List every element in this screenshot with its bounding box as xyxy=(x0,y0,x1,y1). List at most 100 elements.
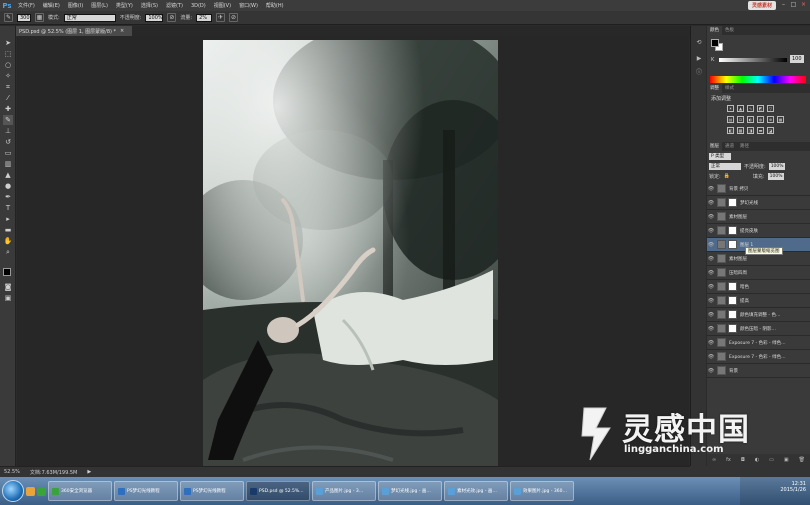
layer-row[interactable]: 👁 背景 xyxy=(707,364,810,378)
visibility-eye-icon[interactable]: 👁 xyxy=(707,270,715,276)
visibility-eye-icon[interactable]: 👁 xyxy=(707,354,715,360)
layer-mask-thumbnail[interactable] xyxy=(728,296,737,305)
mode-select[interactable]: 正常 xyxy=(63,13,116,22)
pressure-opacity-icon[interactable]: ⊘ xyxy=(167,13,177,22)
start-button[interactable] xyxy=(2,480,24,502)
document-image[interactable] xyxy=(203,40,498,482)
visibility-eye-icon[interactable]: 👁 xyxy=(707,340,715,346)
visibility-eye-icon[interactable]: 👁 xyxy=(707,242,715,248)
visibility-eye-icon[interactable]: 👁 xyxy=(707,256,715,262)
taskbar-button[interactable]: 360安全浏览器 xyxy=(48,481,112,501)
layer-name[interactable]: 背景 xyxy=(729,368,738,374)
menu-type[interactable]: 类型(Y) xyxy=(112,2,137,9)
layer-mask-thumbnail[interactable] xyxy=(728,240,737,249)
visibility-eye-icon[interactable]: 👁 xyxy=(707,312,715,318)
menu-filter[interactable]: 滤镜(T) xyxy=(162,2,187,9)
layer-row[interactable]: 👁 Exposure 7 - 色彩 - 绿色… xyxy=(707,350,810,364)
k-channel-value[interactable]: 100 xyxy=(790,55,804,63)
layer-row[interactable]: 👁 暗色 xyxy=(707,280,810,294)
menu-layer[interactable]: 图层(L) xyxy=(87,2,112,9)
blend-mode-select[interactable]: 正常 xyxy=(709,162,741,170)
layer-thumbnail[interactable] xyxy=(717,198,726,207)
menu-window[interactable]: 窗口(W) xyxy=(235,2,262,9)
close-tab-icon[interactable]: × xyxy=(120,28,124,34)
brush-tool-icon[interactable]: ✎ xyxy=(3,115,13,125)
type-tool-icon[interactable]: T xyxy=(3,203,13,213)
visibility-eye-icon[interactable]: 👁 xyxy=(707,284,715,290)
layer-thumbnail[interactable] xyxy=(717,324,726,333)
layer-row[interactable]: 👁 素材图层 xyxy=(707,210,810,224)
menu-help[interactable]: 帮助(H) xyxy=(262,2,288,9)
info-panel-icon[interactable]: ⓘ xyxy=(694,68,704,78)
taskbar-button[interactable]: 素材光效.jpg - 画… xyxy=(444,481,508,501)
layer-row[interactable]: 👁 提高 xyxy=(707,294,810,308)
lock-icon[interactable]: 🔒 xyxy=(724,173,730,179)
vibrance-icon[interactable]: ▽ xyxy=(767,105,774,112)
layer-thumbnail[interactable] xyxy=(717,212,726,221)
layer-row[interactable]: 👁 颜色填充调整 - 色… xyxy=(707,308,810,322)
dodge-tool-icon[interactable]: ● xyxy=(3,181,13,191)
healing-brush-icon[interactable]: ✚ xyxy=(3,104,13,114)
layer-name[interactable]: 素材图层 xyxy=(729,256,747,262)
tab-color[interactable]: 颜色 xyxy=(707,26,722,35)
pressure-size-icon[interactable]: ⊘ xyxy=(229,13,239,22)
move-tool-icon[interactable]: ➤ xyxy=(3,38,13,48)
layer-thumbnail[interactable] xyxy=(717,184,726,193)
taskbar-button[interactable]: PS梦幻光线教程 xyxy=(114,481,178,501)
layer-thumbnail[interactable] xyxy=(717,282,726,291)
taskbar-button[interactable]: PSD.psd @ 52.5%… xyxy=(246,481,310,501)
tab-swatches[interactable]: 色板 xyxy=(722,26,737,35)
fill-field[interactable]: 100% xyxy=(767,172,784,180)
layer-row[interactable]: 👁 梦幻光线 xyxy=(707,196,810,210)
taskbar-button[interactable]: 梦幻光线.jpg - 画… xyxy=(378,481,442,501)
layer-row[interactable]: 👁 Exposure 7 - 色彩 - 绿色… xyxy=(707,336,810,350)
color-balance-icon[interactable]: ⚖ xyxy=(737,116,744,123)
layer-mask-thumbnail[interactable] xyxy=(728,226,737,235)
quick-select-tool-icon[interactable]: ✧ xyxy=(3,71,13,81)
exposure-icon[interactable]: ◩ xyxy=(757,105,764,112)
visibility-eye-icon[interactable]: 👁 xyxy=(707,228,715,234)
taskbar-button[interactable]: 效果图片.jpg - 360… xyxy=(510,481,574,501)
layer-thumbnail[interactable] xyxy=(717,310,726,319)
layer-thumbnail[interactable] xyxy=(717,366,726,375)
layer-thumbnail[interactable] xyxy=(717,338,726,347)
hue-saturation-icon[interactable]: ▤ xyxy=(727,116,734,123)
taskbar-button[interactable]: PS梦幻光线教程 xyxy=(180,481,244,501)
layer-row[interactable]: 👁 压暗四周 xyxy=(707,266,810,280)
layer-thumbnail[interactable] xyxy=(717,352,726,361)
hand-tool-icon[interactable]: ✋ xyxy=(3,236,13,246)
curves-icon[interactable]: ∿ xyxy=(747,105,754,112)
layer-thumbnail[interactable] xyxy=(717,268,726,277)
opacity-field[interactable]: 100% xyxy=(145,13,164,22)
layer-thumbnail[interactable] xyxy=(717,226,726,235)
crop-tool-icon[interactable]: ⌗ xyxy=(3,82,13,92)
status-arrow-icon[interactable]: ▶ xyxy=(87,469,91,475)
close-icon[interactable]: × xyxy=(799,1,808,9)
levels-icon[interactable]: ▲ xyxy=(737,105,744,112)
eyedropper-tool-icon[interactable]: ⁄ xyxy=(3,93,13,103)
airbrush-icon[interactable]: ✈ xyxy=(216,13,226,22)
invert-icon[interactable]: ◧ xyxy=(727,127,734,134)
menu-image[interactable]: 图像(I) xyxy=(64,2,87,9)
layer-name[interactable]: 压暗四周 xyxy=(729,270,747,276)
quicklaunch-folder-icon[interactable] xyxy=(26,486,35,496)
gradient-map-icon[interactable]: ▬ xyxy=(757,127,764,134)
marquee-tool-icon[interactable]: ⬚ xyxy=(3,49,13,59)
blur-tool-icon[interactable]: ▲ xyxy=(3,170,13,180)
eraser-tool-icon[interactable]: ▭ xyxy=(3,148,13,158)
history-brush-icon[interactable]: ↺ xyxy=(3,137,13,147)
minimize-icon[interactable]: – xyxy=(779,1,788,9)
layer-row[interactable]: 👁 背景 拷贝 xyxy=(707,182,810,196)
color-lookup-icon[interactable]: ▦ xyxy=(777,116,784,123)
lasso-tool-icon[interactable]: ○ xyxy=(3,60,13,70)
tab-layers[interactable]: 图层 xyxy=(707,142,722,151)
menu-view[interactable]: 视图(V) xyxy=(210,2,235,9)
brush-size-field[interactable]: 300 xyxy=(17,13,31,22)
layer-thumbnail[interactable] xyxy=(717,296,726,305)
layer-thumbnail[interactable] xyxy=(717,240,726,249)
brush-panel-icon[interactable]: ▦ xyxy=(35,13,44,22)
layer-row[interactable]: 👁 颜色压暗 - 阴影… xyxy=(707,322,810,336)
layer-name[interactable]: 梦幻光线 xyxy=(740,200,758,206)
layer-mask-thumbnail[interactable] xyxy=(728,310,737,319)
screen-mode-icon[interactable]: ▣ xyxy=(3,293,13,303)
